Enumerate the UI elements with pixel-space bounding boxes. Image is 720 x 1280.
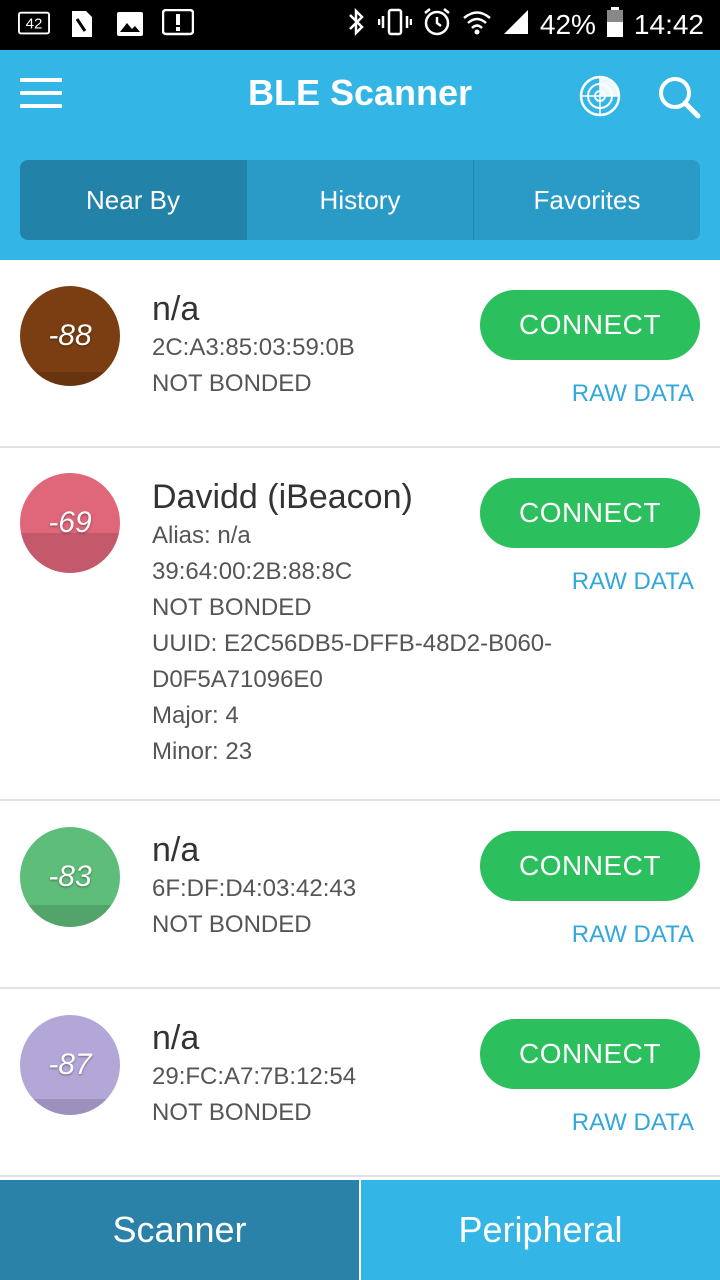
device-address: 2C:A3:85:03:59:0B (152, 334, 355, 361)
image-icon (114, 8, 146, 40)
device-name: n/a (152, 1019, 200, 1057)
scanner-tab-button[interactable]: Scanner (0, 1180, 359, 1280)
connect-button[interactable]: CONNECT (480, 1019, 700, 1089)
device-row[interactable]: -69 Davidd (iBeacon) Alias: n/a 39:64:00… (0, 448, 720, 801)
raw-data-link[interactable]: RAW DATA (572, 380, 694, 408)
bond-state: NOT BONDED (152, 911, 312, 938)
tab-near-by[interactable]: Near By (20, 160, 247, 240)
notification-count-icon: 42 (18, 8, 50, 40)
peripheral-tab-button[interactable]: Peripheral (359, 1180, 720, 1280)
beacon-uuid-cont: D0F5A71096E0 (152, 666, 323, 693)
beacon-major: Major: 4 (152, 702, 239, 729)
connect-button[interactable]: CONNECT (480, 831, 700, 901)
wifi-icon (462, 7, 492, 44)
search-icon[interactable] (656, 74, 702, 120)
beacon-minor: Minor: 23 (152, 738, 253, 765)
tab-favorites[interactable]: Favorites (474, 160, 700, 240)
beacon-uuid: UUID: E2C56DB5-DFFB-48D2-B060- (152, 630, 553, 657)
device-name: n/a (152, 831, 200, 869)
rssi-badge: -69 (20, 473, 120, 573)
raw-data-link[interactable]: RAW DATA (572, 1109, 694, 1137)
device-row[interactable]: -87 n/a 29:FC:A7:7B:12:54 NOT BONDED CON… (0, 989, 720, 1177)
rssi-value: -69 (48, 506, 92, 539)
device-list: -88 n/a 2C:A3:85:03:59:0B NOT BONDED CON… (0, 260, 720, 1180)
status-bar: 42 42% 14:42 (0, 0, 720, 50)
rssi-badge: -88 (20, 286, 120, 386)
raw-data-link[interactable]: RAW DATA (572, 568, 694, 596)
rssi-value: -87 (48, 1048, 92, 1081)
rssi-value: -83 (48, 860, 92, 893)
device-info: n/a 6F:DF:D4:03:42:43 NOT BONDED (152, 829, 356, 943)
battery-icon (606, 6, 624, 45)
signal-icon (502, 8, 530, 43)
battery-percent: 42% (539, 9, 596, 40)
device-info: n/a 2C:A3:85:03:59:0B NOT BONDED (152, 288, 355, 402)
alarm-icon (422, 7, 452, 44)
raw-data-link[interactable]: RAW DATA (572, 921, 694, 949)
bond-state: NOT BONDED (152, 1099, 312, 1126)
clock: 14:42 (633, 9, 704, 40)
tab-history[interactable]: History (247, 160, 474, 240)
tab-bar: Near By History Favorites (20, 160, 700, 240)
device-row[interactable]: -88 n/a 2C:A3:85:03:59:0B NOT BONDED CON… (0, 260, 720, 448)
bond-state: NOT BONDED (152, 370, 312, 397)
bond-state: NOT BONDED (152, 594, 312, 621)
rssi-badge: -87 (20, 1015, 120, 1115)
notification-badge-text: 42 (26, 16, 43, 33)
rssi-badge: -83 (20, 827, 120, 927)
rssi-value: -88 (48, 319, 92, 352)
device-name: n/a (152, 290, 200, 328)
connect-button[interactable]: CONNECT (480, 290, 700, 360)
device-address: 6F:DF:D4:03:42:43 (152, 875, 357, 902)
vibrate-icon (377, 7, 413, 44)
device-row[interactable]: -83 n/a 6F:DF:D4:03:42:43 NOT BONDED CON… (0, 801, 720, 989)
connect-button[interactable]: CONNECT (480, 478, 700, 548)
bluetooth-icon (346, 7, 368, 44)
alert-icon (162, 8, 194, 40)
sim-card-icon (66, 8, 98, 40)
device-address: 39:64:00:2B:88:8C (152, 558, 353, 585)
bottom-nav: Scanner Peripheral (0, 1180, 720, 1280)
app-bar: BLE Scanner Near By History Favorites (0, 50, 720, 260)
device-address: 29:FC:A7:7B:12:54 (152, 1063, 357, 1090)
device-info: n/a 29:FC:A7:7B:12:54 NOT BONDED (152, 1017, 356, 1131)
radar-icon[interactable] (578, 74, 622, 118)
